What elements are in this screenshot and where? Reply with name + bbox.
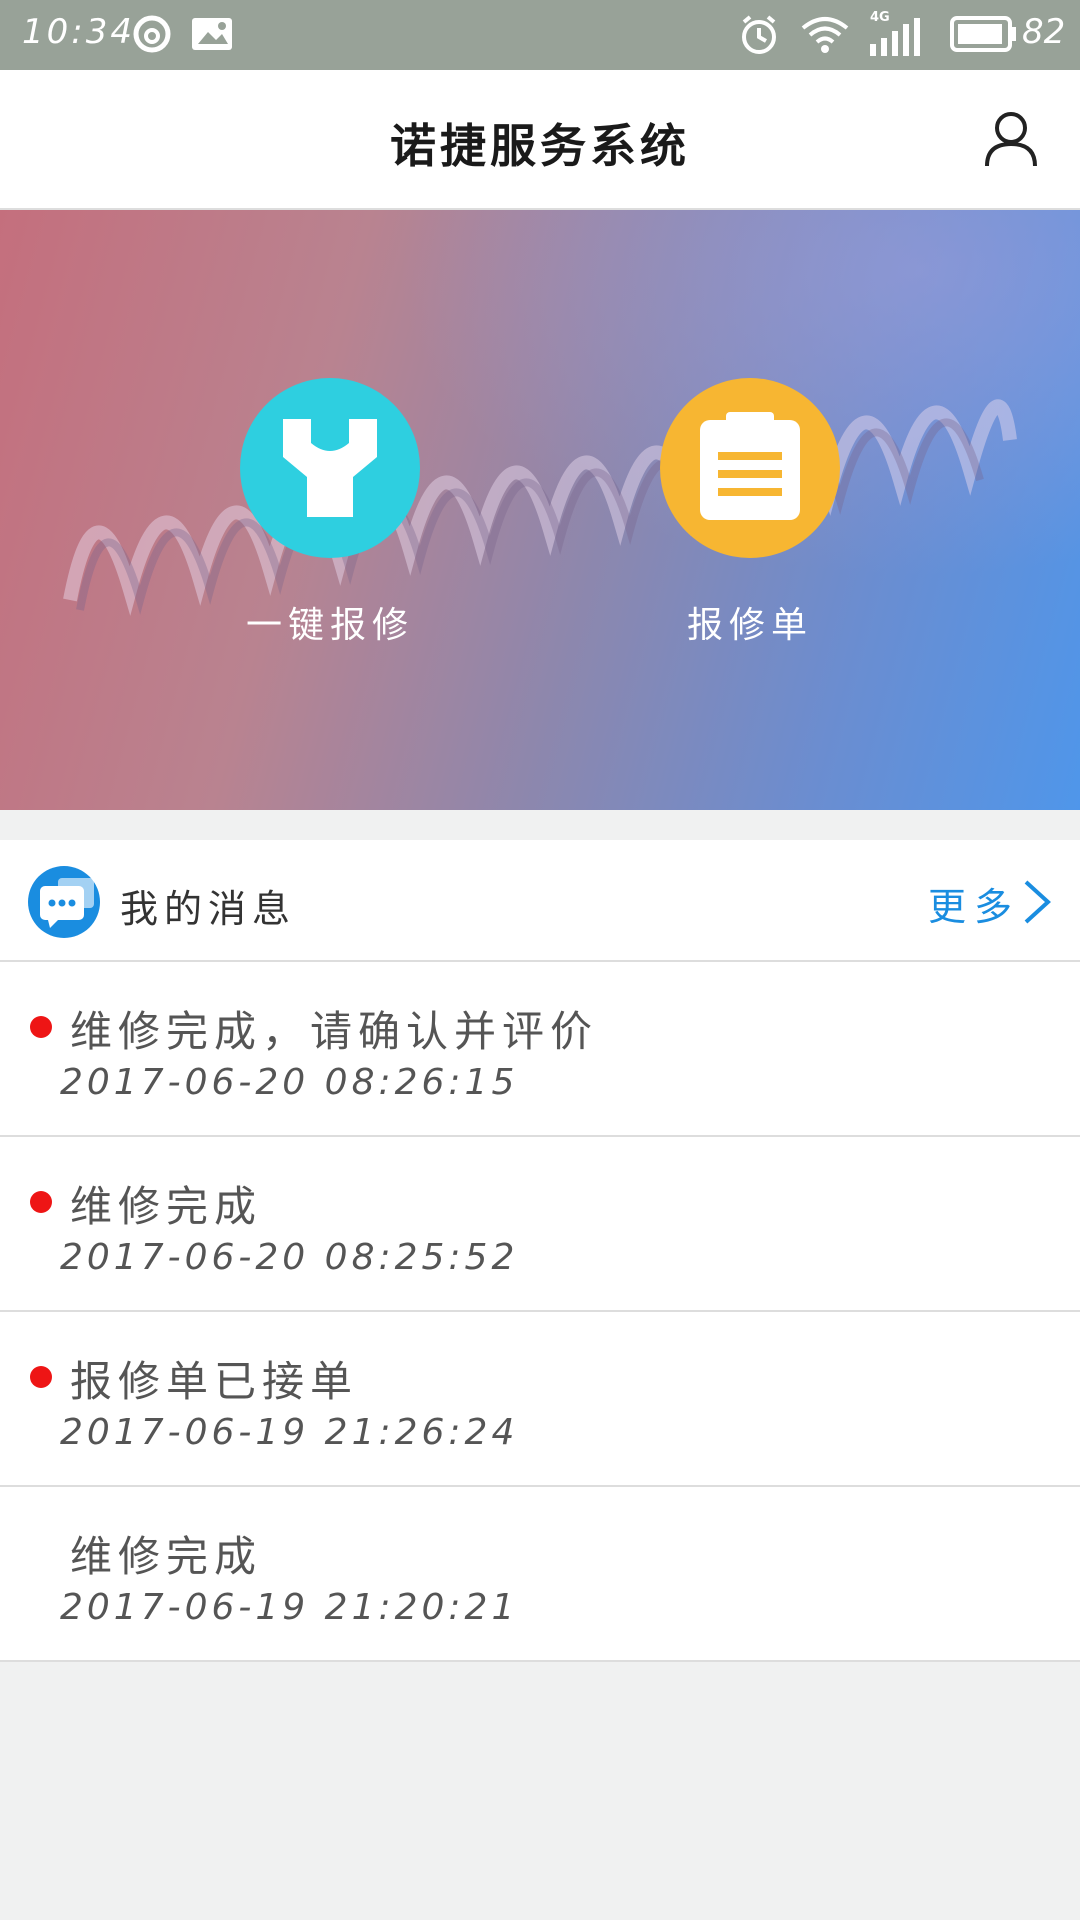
chevron-right-icon[interactable] — [1022, 880, 1052, 924]
message-time: 2017-06-20 08:26:15 — [60, 1062, 519, 1103]
unread-indicator — [30, 1191, 52, 1213]
list-item[interactable]: 维修完成 2017-06-20 08:25:52 — [0, 1137, 1080, 1312]
page-title: 诺捷服务系统 — [390, 119, 690, 173]
section-title: 我的消息 — [120, 887, 297, 931]
alarm-icon — [742, 15, 776, 54]
quick-repair-label: 一键报修 — [245, 605, 414, 646]
app-header: 诺捷服务系统 — [0, 70, 1080, 210]
spring-illustration — [63, 399, 1017, 616]
chat-icon — [28, 866, 100, 938]
message-text: 报修单已接单 — [70, 1357, 359, 1406]
message-time: 2017-06-20 08:25:52 — [60, 1237, 519, 1278]
list-item[interactable]: 维修完成，请确认并评价 2017-06-20 08:26:15 — [0, 962, 1080, 1137]
image-icon — [192, 18, 232, 50]
wrench-icon — [283, 419, 377, 517]
unread-indicator — [30, 1016, 52, 1038]
battery-icon — [950, 16, 1016, 52]
battery-percent: 82 — [1022, 12, 1066, 52]
status-bar: 10:34 4G 82 — [0, 0, 1080, 70]
unread-indicator — [30, 1366, 52, 1388]
repair-orders-button[interactable]: 报修单 — [620, 378, 880, 648]
message-time: 2017-06-19 21:26:24 — [60, 1412, 519, 1453]
message-text: 维修完成 — [70, 1532, 263, 1581]
my-messages-header: 我的消息 更多 — [0, 840, 1080, 962]
list-item[interactable]: 报修单已接单 2017-06-19 21:26:24 — [0, 1312, 1080, 1487]
repair-orders-circle[interactable] — [660, 378, 840, 558]
repair-orders-label: 报修单 — [686, 605, 813, 646]
status-time: 10:34 — [22, 12, 135, 52]
netease-icon — [133, 15, 171, 53]
message-text: 维修完成，请确认并评价 — [70, 1007, 599, 1056]
message-text: 维修完成 — [70, 1182, 263, 1231]
more-link[interactable]: 更多 — [928, 876, 1020, 931]
wifi-icon — [801, 17, 849, 53]
list-item[interactable]: 维修完成 2017-06-19 21:20:21 — [0, 1487, 1080, 1662]
quick-repair-button[interactable]: 一键报修 — [200, 378, 460, 648]
message-time: 2017-06-19 21:20:21 — [60, 1587, 519, 1628]
hero-banner: 一键报修 报修单 — [0, 210, 1080, 810]
quick-repair-circle[interactable] — [240, 378, 420, 558]
signal-icon: 4G — [868, 10, 928, 58]
clipboard-icon — [700, 412, 800, 520]
user-icon[interactable] — [984, 110, 1038, 168]
message-list: 维修完成，请确认并评价 2017-06-20 08:26:15 维修完成 201… — [0, 962, 1080, 1662]
